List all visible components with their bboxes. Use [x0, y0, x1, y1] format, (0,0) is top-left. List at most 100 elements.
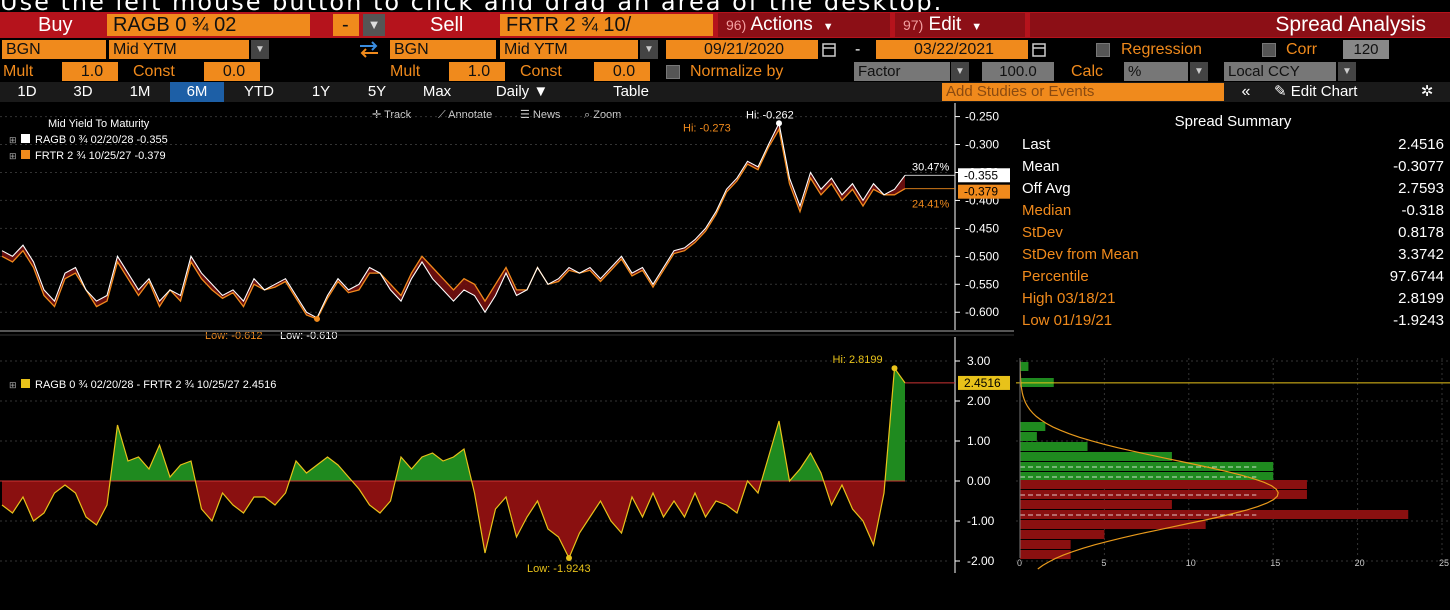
buy-field-select[interactable]: Mid YTM [109, 40, 249, 59]
tab-table[interactable]: Table [576, 82, 686, 102]
spread-area-segment [726, 481, 737, 513]
tab-max[interactable]: Max [406, 82, 468, 102]
add-studies-input[interactable]: Add Studies or Events [942, 83, 1224, 101]
calendar-icon[interactable] [1031, 41, 1047, 58]
tab-1d[interactable]: 1D [0, 82, 54, 102]
chevron-down-icon[interactable]: ▼ [640, 40, 658, 59]
spread-area-segment [243, 481, 254, 513]
track-tool[interactable]: ✛ Track [372, 109, 412, 121]
expand-icon[interactable]: ⊞ [9, 151, 17, 161]
end-date-field[interactable]: 03/22/2021 [876, 40, 1028, 59]
histogram-canvas: 0 5 10 15 20 25 [1016, 358, 1450, 570]
zoom-tool[interactable]: ⌕ Zoom [584, 109, 621, 121]
collapse-icon[interactable]: « [1230, 82, 1262, 102]
sell-swatch [21, 150, 30, 159]
hi-sell-label: Hi: -0.273 [683, 122, 731, 134]
spread-area-segment [411, 457, 422, 481]
spread-area-segment [653, 481, 664, 517]
y-tick-label: -0.600 [965, 305, 999, 319]
spread-area-segment [222, 481, 233, 505]
sell-security-field[interactable]: FRTR 2 ¾ 10/ [500, 14, 713, 36]
chevron-down-icon: ▼ [822, 21, 834, 33]
sell-source-field[interactable]: BGN [390, 40, 496, 59]
hist-bar [1020, 462, 1274, 471]
chevron-down-icon[interactable]: ▼ [1338, 62, 1356, 81]
tab-6m[interactable]: 6M [170, 82, 224, 102]
chart-canvas[interactable]: ✛ Track ⟋ Annotate ☰ News ⌕ Zoom Mid Yie… [0, 103, 1014, 607]
last-buy-value: -0.355 [964, 168, 998, 182]
annotate-tool[interactable]: ⟋ Annotate [438, 109, 492, 121]
hist-bar [1020, 550, 1071, 559]
spread-area-segment [516, 481, 527, 537]
tab-ytd[interactable]: YTD [226, 82, 292, 102]
spread-area-segment [642, 481, 653, 517]
spread-area-segment [212, 481, 223, 521]
normalize-select[interactable]: Factor [854, 62, 950, 81]
buy-security-field[interactable]: RAGB 0 ¾ 02 [107, 14, 310, 36]
sell-const-field[interactable]: 0.0 [594, 62, 650, 81]
y-tick-label: 0.00 [967, 474, 991, 488]
spread-area-segment [401, 457, 412, 481]
buy-mult-field[interactable]: 1.0 [62, 62, 118, 81]
operator-dropdown-icon[interactable]: ▼ [363, 14, 385, 36]
edit-menu[interactable]: 97) Edit ▼ [895, 13, 1025, 37]
spread-area-segment [12, 481, 23, 513]
expand-icon[interactable]: ⊞ [9, 380, 17, 390]
low-marker [314, 315, 320, 322]
y-tick-label: 3.00 [967, 354, 991, 368]
currency-select[interactable]: Local CCY [1224, 62, 1336, 81]
instruction-text: Use the left mouse button to click and d… [0, 0, 943, 12]
summary-title: Spread Summary [1174, 113, 1292, 130]
frequency-select[interactable]: Daily ▼ [470, 82, 574, 102]
tab-3d[interactable]: 3D [56, 82, 110, 102]
y-tick-label: -1.00 [967, 514, 995, 528]
news-tool[interactable]: ☰ News [520, 109, 561, 121]
edit-chart-button[interactable]: ✎ Edit Chart [1264, 82, 1408, 102]
chevron-down-icon[interactable]: ▼ [251, 40, 269, 59]
spread-area-segment [600, 481, 611, 521]
edit-menu-label: Edit [928, 14, 962, 35]
buy-source-field[interactable]: BGN [2, 40, 106, 59]
normalize-checkbox[interactable] [666, 65, 680, 79]
factor-field[interactable]: 100.0 [982, 62, 1054, 81]
spread-area-segment [506, 481, 517, 537]
expand-icon[interactable]: ⊞ [9, 135, 17, 145]
regression-checkbox[interactable] [1096, 43, 1110, 57]
operator-field[interactable]: - [333, 14, 359, 36]
chevron-down-icon[interactable]: ▼ [951, 62, 969, 81]
summary-row: StDev 0.8178 [1022, 224, 1444, 241]
regression-label: Regression [1121, 41, 1202, 58]
normalize-label: Normalize by [690, 63, 784, 80]
chart-toolbar: ✛ Track ⟋ Annotate ☰ News ⌕ Zoom [372, 109, 621, 121]
swap-icon[interactable] [357, 40, 381, 59]
chevron-down-icon[interactable]: ▼ [1190, 62, 1208, 81]
calc-select[interactable]: % [1124, 62, 1188, 81]
calendar-icon[interactable] [821, 41, 837, 58]
spread-area-segment [2, 481, 13, 513]
y-tick-label: -0.500 [965, 249, 999, 263]
tab-1m[interactable]: 1M [112, 82, 168, 102]
sell-mult-field[interactable]: 1.0 [449, 62, 505, 81]
spread-area-segment [674, 481, 685, 517]
corr-checkbox[interactable] [1262, 43, 1276, 57]
actions-menu-number: 96) [726, 17, 747, 33]
edit-chart-label: Edit Chart [1290, 83, 1358, 100]
hist-x-tick-label: 25 [1439, 558, 1449, 568]
start-date-field[interactable]: 09/21/2020 [666, 40, 818, 59]
buy-const-field[interactable]: 0.0 [204, 62, 260, 81]
spread-area-segment [621, 481, 632, 533]
actions-menu[interactable]: 96) Actions ▼ [718, 13, 890, 37]
corr-window-field[interactable]: 120 [1343, 40, 1389, 59]
spread-area-segment [894, 368, 905, 481]
sell-field-select[interactable]: Mid YTM [500, 40, 638, 59]
tab-5y[interactable]: 5Y [350, 82, 404, 102]
pct-sell-label: 24.41% [912, 199, 950, 211]
spread-swatch [21, 379, 30, 388]
tab-1y[interactable]: 1Y [294, 82, 348, 102]
spread-area-segment [138, 457, 149, 481]
summary-row: Low 01/19/21 -1.9243 [1022, 312, 1444, 329]
spread-area-segment [96, 481, 107, 525]
summary-row: Median -0.318 [1022, 202, 1444, 219]
gear-icon[interactable]: ✲ [1410, 82, 1444, 102]
y-tick-label: 2.00 [967, 394, 991, 408]
